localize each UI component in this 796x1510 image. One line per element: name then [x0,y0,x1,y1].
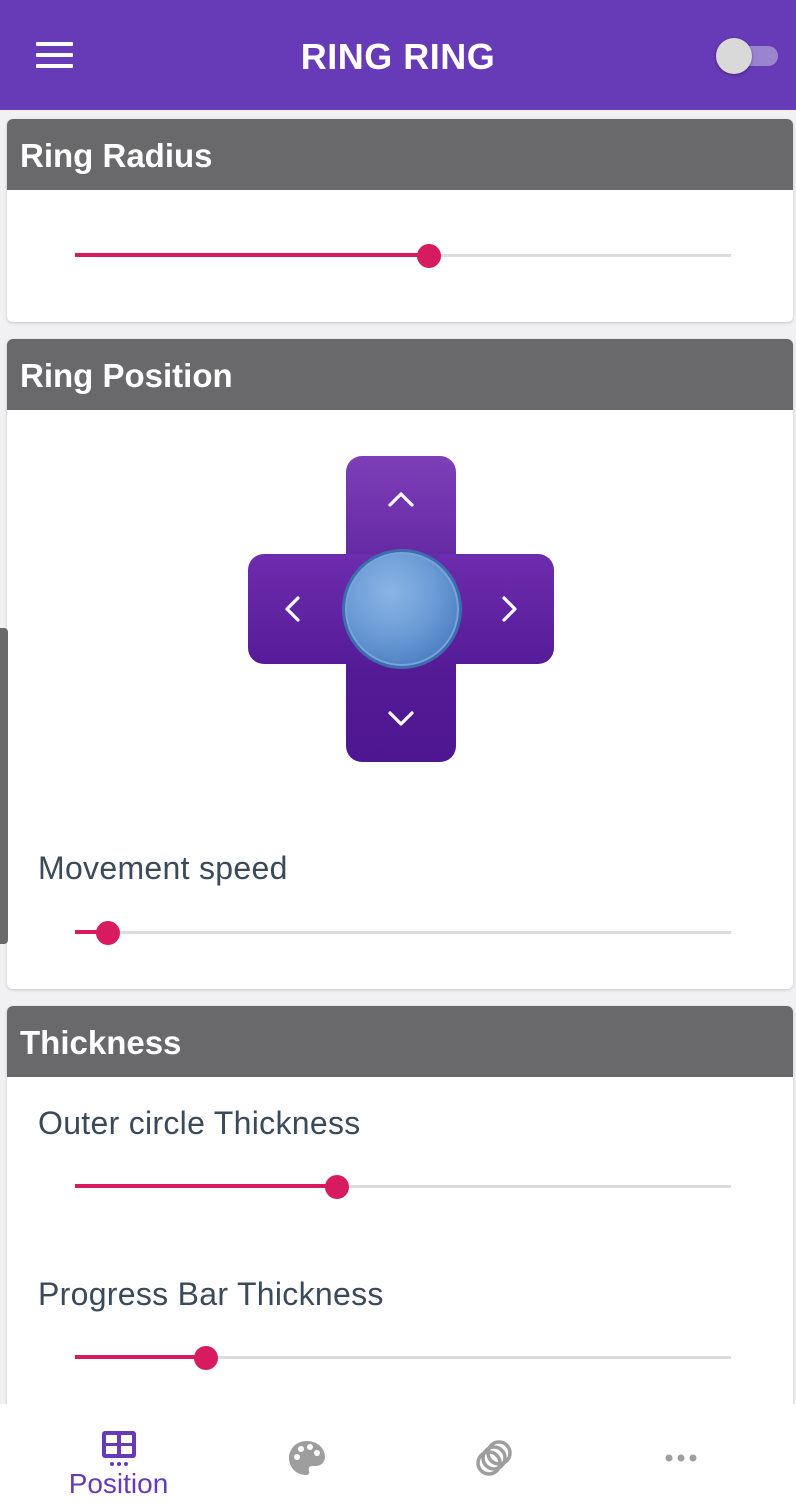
grid-icon [101,1431,136,1466]
nav-label-position: Position [68,1468,169,1499]
slider-thumb[interactable] [95,921,120,945]
slider-thumb[interactable] [194,1346,219,1370]
outer-thickness-slider[interactable] [71,1172,731,1202]
ring-radius-card: Ring Radius [7,119,793,322]
bottom-navigation: Position [0,1404,796,1510]
direction-pad [248,456,554,762]
thickness-header: Thickness [7,1006,793,1077]
ring-position-header: Ring Position [7,339,793,410]
nav-item-rings[interactable] [394,1404,593,1510]
toggle-thumb [716,38,752,74]
thickness-card: Thickness Outer circle Thickness Progres… [7,1006,793,1426]
chevron-down-icon[interactable] [378,696,424,742]
service-toggle[interactable] [714,36,780,74]
nav-item-position[interactable]: Position [19,1404,218,1510]
more-icon [665,1454,696,1462]
movement-speed-slider[interactable] [71,918,731,948]
edge-panel-handle[interactable] [0,628,8,944]
chevron-left-icon[interactable] [270,586,316,632]
chevron-right-icon[interactable] [486,586,532,632]
movement-speed-label: Movement speed [38,850,288,886]
ring-radius-header: Ring Radius [7,119,793,190]
center-button[interactable] [342,549,462,669]
rings-icon [475,1440,512,1476]
app-bar: RING RING [0,0,796,110]
progress-thickness-slider[interactable] [71,1343,731,1373]
chevron-up-icon[interactable] [378,476,424,522]
nav-item-colors[interactable] [207,1404,406,1510]
outer-thickness-label: Outer circle Thickness [38,1105,361,1141]
ring-radius-slider[interactable] [71,241,731,271]
nav-item-more[interactable] [581,1404,780,1510]
palette-icon [288,1441,325,1475]
app-title: RING RING [300,36,496,77]
progress-thickness-label: Progress Bar Thickness [38,1276,384,1312]
slider-thumb[interactable] [417,244,442,268]
ring-position-card: Ring Position Movement speed [7,339,793,989]
slider-thumb[interactable] [325,1175,350,1199]
